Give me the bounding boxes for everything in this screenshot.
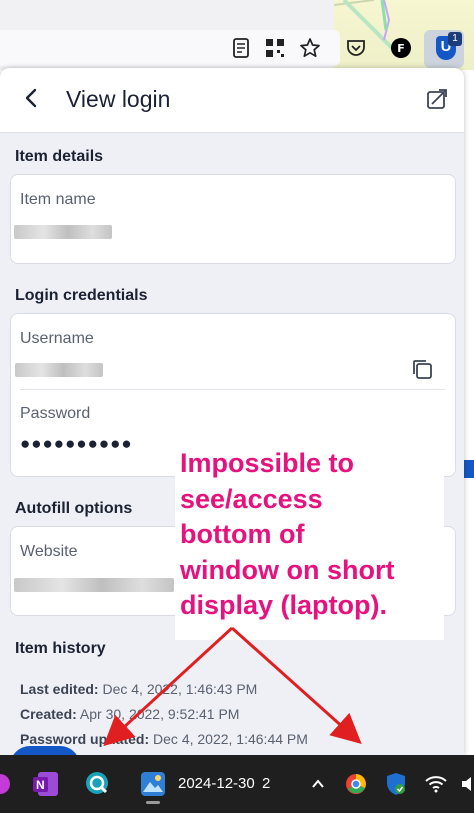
security-shield-icon[interactable]: [384, 770, 408, 798]
password-updated-label: Password updated:: [20, 731, 150, 747]
bookmark-star-icon[interactable]: [298, 36, 322, 60]
photos-app-icon[interactable]: [139, 770, 167, 798]
history-created: Created: Apr 30, 2022, 9:52:41 PM: [20, 706, 239, 722]
item-name-label: Item name: [20, 191, 96, 208]
url-bar[interactable]: [0, 30, 340, 66]
page-title: View login: [66, 86, 171, 112]
copy-username-icon[interactable]: [411, 358, 433, 380]
section-heading-item-details: Item details: [15, 148, 104, 165]
section-heading-login-credentials: Login credentials: [15, 287, 148, 304]
browser-tray-icon[interactable]: [344, 770, 368, 798]
taskbar-notification-count[interactable]: 2: [262, 775, 270, 792]
section-heading-item-history: Item history: [15, 640, 106, 657]
extension-notification-badge: 1: [448, 32, 462, 46]
page-accent-block: [464, 460, 474, 478]
chevron-up-icon[interactable]: [308, 770, 328, 798]
reader-view-icon[interactable]: [229, 36, 253, 60]
website-value-redacted[interactable]: [14, 578, 174, 592]
svg-text:N: N: [36, 778, 45, 792]
browser-toolbar: F U 1: [0, 0, 474, 70]
password-masked-value[interactable]: ●●●●●●●●●●: [20, 434, 133, 454]
annotation-line: see/access: [180, 483, 323, 514]
username-label: Username: [20, 330, 94, 347]
taskbar-date[interactable]: 2024-12-30: [178, 775, 255, 792]
onenote-icon[interactable]: N: [32, 770, 60, 798]
annotation-line: display (laptop).: [180, 590, 388, 620]
annotation-line: bottom of: [180, 519, 305, 549]
popup-header: View login: [0, 68, 464, 133]
created-value: Apr 30, 2022, 9:52:41 PM: [79, 706, 240, 722]
edit-floating-button[interactable]: [10, 746, 80, 755]
view-login-popup: View login Item details Item name Login …: [0, 68, 464, 755]
annotation-line: window on short: [180, 554, 395, 585]
underlying-page-edge: [464, 70, 474, 755]
created-label: Created:: [20, 706, 77, 722]
pocket-icon[interactable]: [344, 36, 368, 60]
annotation-text: Impossible to see/access bottom of windo…: [180, 446, 450, 624]
taskbar-app-icon-partial[interactable]: [0, 770, 12, 798]
field-divider: [20, 389, 445, 390]
section-heading-autofill-options: Autofill options: [15, 500, 133, 517]
history-last-edited: Last edited: Dec 4, 2022, 1:46:43 PM: [20, 681, 257, 697]
item-details-card: Item name: [10, 174, 456, 264]
wifi-icon[interactable]: [424, 770, 448, 798]
item-name-value-redacted[interactable]: [14, 225, 112, 239]
back-arrow-icon[interactable]: [20, 86, 46, 112]
website-label: Website: [20, 543, 78, 560]
search-app-icon[interactable]: [84, 770, 112, 798]
last-edited-value: Dec 4, 2022, 1:46:43 PM: [102, 681, 258, 697]
password-label: Password: [20, 405, 91, 422]
annotation-line: Impossible to: [180, 448, 355, 478]
history-password-updated: Password updated: Dec 4, 2022, 1:46:44 P…: [20, 731, 308, 747]
volume-icon-partial[interactable]: [460, 770, 474, 798]
last-edited-label: Last edited:: [20, 681, 99, 697]
popout-window-icon[interactable]: [426, 88, 448, 110]
account-avatar[interactable]: F: [391, 38, 411, 58]
active-app-indicator: [146, 801, 160, 804]
username-value-redacted[interactable]: [15, 363, 103, 377]
qr-code-icon[interactable]: [263, 36, 287, 60]
password-updated-value: Dec 4, 2022, 1:46:44 PM: [153, 731, 308, 747]
